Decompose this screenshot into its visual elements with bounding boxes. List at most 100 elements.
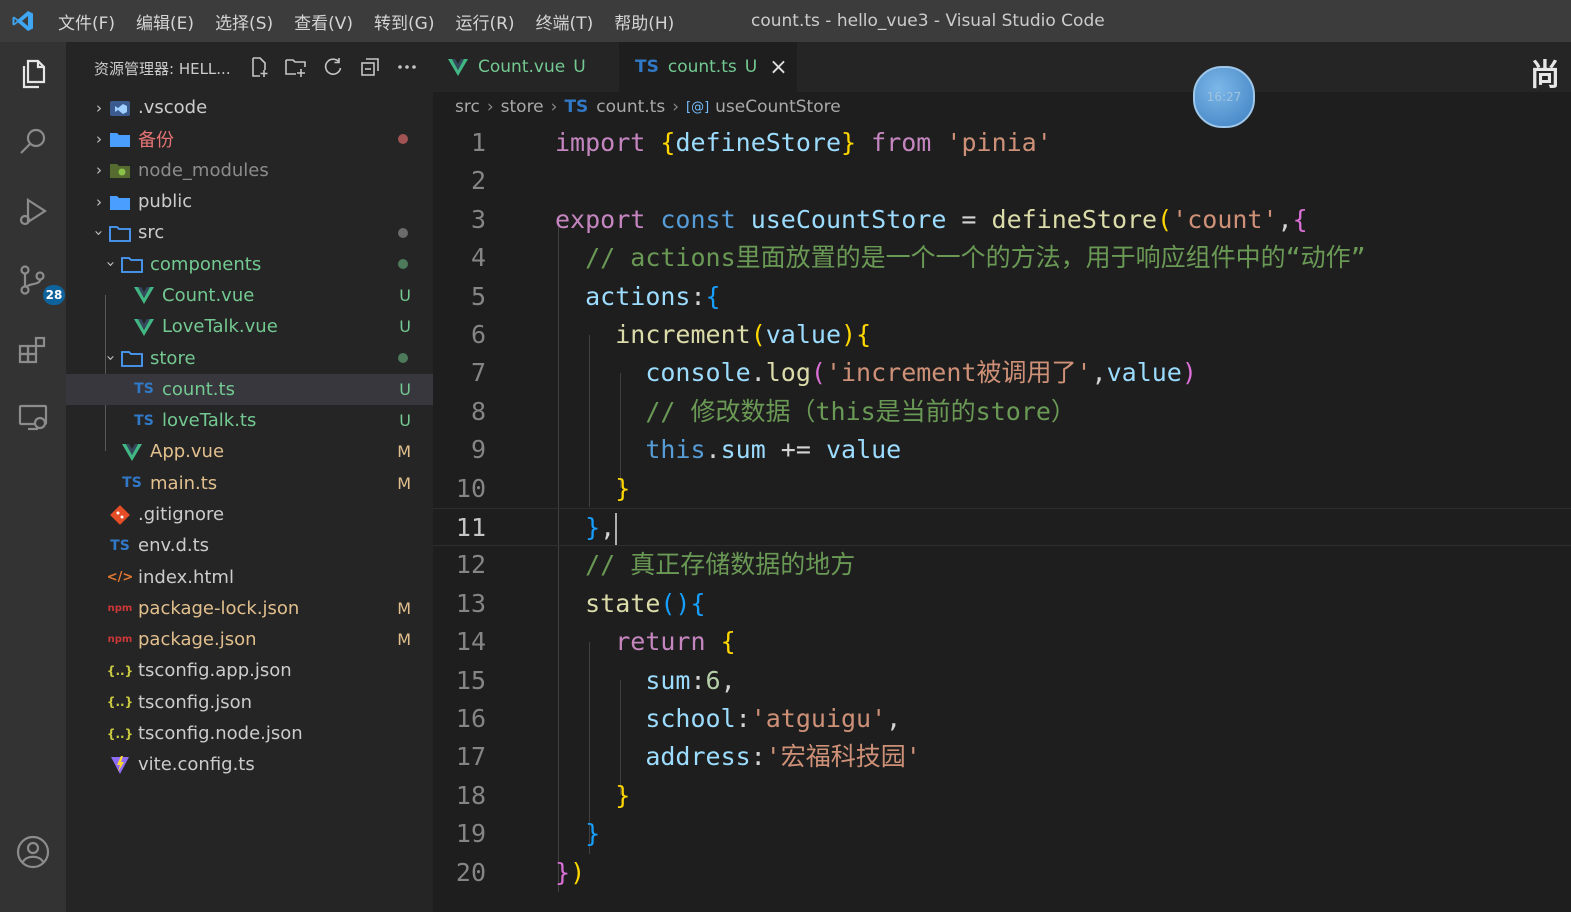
line-number: 1 [470,128,486,157]
run-debug-icon[interactable] [13,192,53,232]
tree-item-app-vue[interactable]: App.vue M [66,436,433,467]
code-token: 6 [705,665,721,695]
collapse-all-icon[interactable] [351,54,388,80]
tree-item-vscode[interactable]: › .vscode [66,92,433,123]
breadcrumb-file[interactable]: count.ts [596,97,665,117]
tree-item-src[interactable]: › src [66,217,433,248]
code-text: }) [555,854,585,892]
tree-item-package-json[interactable]: npm package.json M [66,624,433,655]
code-text: } [555,815,600,853]
breadcrumb-store[interactable]: store [501,97,544,117]
explorer-icon[interactable] [13,54,53,94]
tree-item-backup[interactable]: › 备份 [66,123,433,154]
git-status-badge: M [397,442,411,462]
tab-count-ts[interactable]: TS count.ts U × [619,42,797,92]
account-icon[interactable] [13,832,53,872]
code-editor[interactable]: 1 import {defineStore} from 'pinia' 2 3 expo… [433,124,1571,912]
code-line[interactable]: 14 return { [433,623,1571,661]
code-line[interactable]: 17 address:'宏福科技园' [433,738,1571,776]
code-line[interactable]: 4 // actions里面放置的是一个一个的方法，用于响应组件中的“动作” [433,239,1571,277]
floating-clock-widget[interactable]: 16:27 [1193,66,1255,128]
code-token: const [660,204,736,234]
breadcrumb-src[interactable]: src [455,97,480,117]
tree-item-label: components [150,253,262,275]
folder-open-icon [120,349,144,367]
tree-item-gitignore[interactable]: .gitignore [66,499,433,530]
code-token: , [886,704,902,733]
tab-count-vue[interactable]: Count.vue U [433,42,613,92]
code-line[interactable]: 10 } [433,470,1571,508]
vscode-logo-icon[interactable] [0,0,46,42]
source-control-icon[interactable]: 28 [13,260,65,305]
close-icon[interactable]: × [769,55,787,80]
more-icon[interactable] [388,54,425,80]
typescript-file-icon: TS [134,381,154,398]
html-file-icon: </> [106,569,134,585]
code-line[interactable]: 1 import {defineStore} from 'pinia' [433,124,1571,162]
code-text: export const useCountStore = defineStore… [555,201,1308,239]
code-token: value [1106,358,1182,388]
menu-help[interactable]: 帮助(H) [614,9,674,34]
extensions-icon[interactable] [13,329,53,369]
menu-view[interactable]: 查看(V) [294,9,353,34]
tree-item-vite-config-ts[interactable]: vite.config.ts [66,749,433,780]
git-status-dot [398,227,408,238]
tree-item-lovetalk-vue[interactable]: LoveTalk.vue U [66,311,433,342]
git-status-badge: U [399,411,411,431]
tab-label: Count.vue [478,57,566,77]
code-line[interactable]: 16 school:'atguigu', [433,700,1571,738]
breadcrumb-symbol[interactable]: useCountStore [715,97,841,117]
menu-edit[interactable]: 编辑(E) [136,9,194,34]
tree-item-tsconfig-app-json[interactable]: {..} tsconfig.app.json [66,655,433,686]
search-icon[interactable] [13,122,53,162]
tree-item-node-modules[interactable]: › node_modules [66,155,433,186]
tree-item-env-d-ts[interactable]: TS env.d.ts [66,530,433,561]
code-line[interactable]: 18 } [433,777,1571,815]
menu-file[interactable]: 文件(F) [58,9,115,34]
code-token: state [585,588,661,618]
tree-item-lovetalk-ts[interactable]: TS loveTalk.ts U [66,405,433,436]
tree-item-main-ts[interactable]: TS main.ts M [66,468,433,499]
vue-file-icon [132,318,156,336]
menu-terminal[interactable]: 终端(T) [536,9,594,34]
new-folder-icon[interactable] [277,54,314,80]
code-text: } [555,777,630,815]
menu-run[interactable]: 运行(R) [455,9,514,34]
code-line[interactable]: 20}) [433,854,1571,892]
code-line[interactable]: 2 [433,162,1571,200]
tree-item-components[interactable]: › components [66,248,433,279]
code-token: ) [841,320,857,349]
tree-item-tsconfig-json[interactable]: {..} tsconfig.json [66,687,433,718]
code-line[interactable]: 15 sum:6, [433,662,1571,700]
refresh-icon[interactable] [314,54,351,80]
tree-item-package-lock-json[interactable]: npm package-lock.json M [66,593,433,624]
code-line[interactable]: 11 }, [433,508,1571,547]
chevron-down-icon: › [90,229,108,236]
new-file-icon[interactable] [240,54,277,80]
line-number: 15 [455,665,486,695]
code-line[interactable]: 8 // 修改数据（this是当前的store） [433,393,1571,431]
tree-item-count-vue[interactable]: Count.vue U [66,280,433,311]
tree-item-public[interactable]: › public [66,186,433,217]
tree-item-store[interactable]: › store [66,342,433,373]
code-line[interactable]: 13 state(){ [433,585,1571,623]
code-line[interactable]: 7 console.log('increment被调用了',value) [433,354,1571,392]
tree-item-count-ts[interactable]: TS count.ts U [66,373,433,405]
remote-explorer-icon[interactable] [13,398,53,438]
code-line[interactable]: 3 export const useCountStore = defineStor… [433,201,1571,239]
code-line[interactable]: 6 increment(value){ [433,316,1571,354]
folder-icon [108,130,132,148]
code-line[interactable]: 5 actions:{ [433,278,1571,316]
json-file-icon: {..} [106,726,134,741]
menu-selection[interactable]: 选择(S) [215,9,273,34]
menu-go[interactable]: 转到(G) [374,9,434,34]
code-text: school:'atguigu', [555,700,901,738]
tree-item-tsconfig-node-json[interactable]: {..} tsconfig.node.json [66,718,433,749]
source-control-badge: 28 [43,285,65,305]
tree-item-index-html[interactable]: </> index.html [66,561,433,592]
code-line[interactable]: 19 } [433,815,1571,853]
code-line[interactable]: 12 // 真正存储数据的地方 [433,546,1571,584]
tree-item-label: package.json [138,629,257,651]
tree-item-label: src [138,222,165,244]
code-line[interactable]: 9 this.sum += value [433,431,1571,469]
